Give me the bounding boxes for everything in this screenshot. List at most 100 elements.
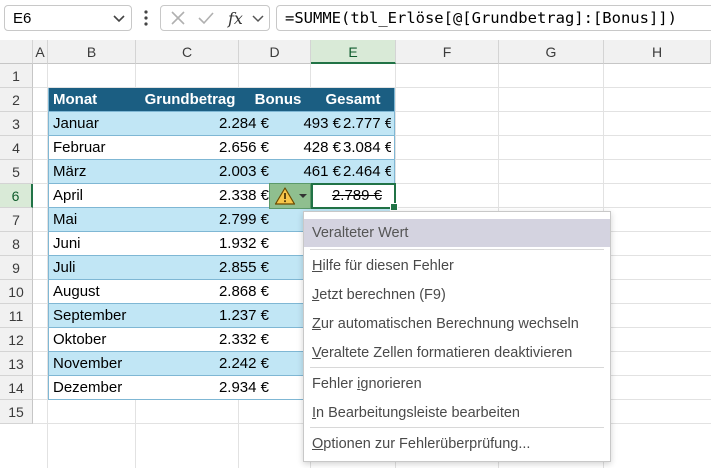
cell-gesamt[interactable]: 2.777 € bbox=[343, 112, 391, 136]
dropdown-arrow-icon bbox=[299, 194, 307, 198]
row-header-4[interactable]: 4 bbox=[0, 136, 33, 160]
more-options-icon[interactable] bbox=[143, 9, 149, 27]
cell-grundbetrag[interactable]: 2.242 € bbox=[141, 352, 269, 376]
cell-monat[interactable]: Juni bbox=[53, 232, 139, 256]
name-box-value: E6 bbox=[13, 10, 32, 27]
formula-input[interactable]: =SUMME(tbl_Erlöse[@[Grundbetrag]:[Bonus]… bbox=[276, 5, 711, 31]
table-row: Januar 2.284 € 493 € 2.777 € bbox=[48, 112, 395, 136]
cell-monat[interactable]: Februar bbox=[53, 136, 139, 160]
menu-accelerator: H bbox=[312, 258, 323, 274]
column-header-a[interactable]: A bbox=[33, 40, 48, 64]
menu-item-ignore-error[interactable]: Fehler ignorieren bbox=[304, 370, 610, 398]
menu-item-error-options[interactable]: Optionen zur Fehlerüberprüfung... bbox=[304, 430, 610, 458]
menu-text: ilfe für diesen Fehler bbox=[322, 258, 454, 274]
menu-item-edit-in-formula-bar[interactable]: In Bearbeitungsleiste bearbeiten bbox=[304, 399, 610, 427]
cell-grundbetrag[interactable]: 2.799 € bbox=[141, 208, 269, 232]
column-header-f[interactable]: F bbox=[396, 40, 499, 64]
cell-bonus[interactable]: 461 € bbox=[271, 160, 341, 184]
table-row: Februar 2.656 € 428 € 3.084 € bbox=[48, 136, 395, 160]
row-header-15[interactable]: 15 bbox=[0, 400, 33, 424]
row-header-8[interactable]: 8 bbox=[0, 232, 33, 256]
menu-accelerator: V bbox=[312, 345, 321, 361]
row-header-3[interactable]: 3 bbox=[0, 112, 33, 136]
row-header-11[interactable]: 11 bbox=[0, 304, 33, 328]
cell-monat[interactable]: November bbox=[53, 352, 139, 376]
cell-grundbetrag[interactable]: 2.338 € bbox=[141, 184, 269, 208]
cell-grundbetrag[interactable]: 2.284 € bbox=[141, 112, 269, 136]
cell-bonus[interactable]: 428 € bbox=[271, 136, 341, 160]
menu-text: ptionen zur Fehlerüberprüfung... bbox=[323, 436, 531, 452]
row-header-9[interactable]: 9 bbox=[0, 256, 33, 280]
cell-grundbetrag[interactable]: 2.332 € bbox=[141, 328, 269, 352]
cell-grundbetrag[interactable]: 1.237 € bbox=[141, 304, 269, 328]
select-all-corner[interactable] bbox=[0, 40, 33, 64]
cell-monat[interactable]: August bbox=[53, 280, 139, 304]
column-header-b[interactable]: B bbox=[48, 40, 136, 64]
error-context-menu: Veralteter Wert Hilfe für diesen Fehler … bbox=[303, 211, 611, 462]
fill-handle[interactable] bbox=[390, 203, 398, 211]
cell-monat[interactable]: April bbox=[53, 184, 139, 208]
cell-monat[interactable]: Juli bbox=[53, 256, 139, 280]
cell-grundbetrag[interactable]: 2.656 € bbox=[141, 136, 269, 160]
cell-grundbetrag[interactable]: 1.932 € bbox=[141, 232, 269, 256]
cell-grundbetrag[interactable]: 2.934 € bbox=[141, 376, 269, 400]
table-row: März 2.003 € 461 € 2.464 € bbox=[48, 160, 395, 184]
cell-monat[interactable]: Dezember bbox=[53, 376, 139, 400]
menu-text: etzt berechnen (F9) bbox=[319, 287, 446, 303]
column-header-h[interactable]: H bbox=[604, 40, 711, 64]
cell-grundbetrag[interactable]: 2.868 € bbox=[141, 280, 269, 304]
menu-separator bbox=[310, 427, 604, 428]
menu-header-stale-value: Veralteter Wert bbox=[304, 219, 610, 247]
row-header-7[interactable]: 7 bbox=[0, 208, 33, 232]
cell-gesamt[interactable]: 2.464 € bbox=[343, 160, 391, 184]
chevron-down-icon[interactable] bbox=[251, 9, 265, 27]
row-header-12[interactable]: 12 bbox=[0, 328, 33, 352]
row-header-1[interactable]: 1 bbox=[0, 64, 33, 88]
column-header-g[interactable]: G bbox=[499, 40, 604, 64]
cell-monat[interactable]: Oktober bbox=[53, 328, 139, 352]
formula-controls: fx bbox=[160, 5, 270, 31]
cell-gesamt[interactable]: 3.084 € bbox=[343, 136, 391, 160]
error-options-button[interactable] bbox=[269, 183, 311, 209]
table-header-row: Monat Grundbetrag Bonus Gesamt bbox=[48, 88, 395, 112]
cell-grundbetrag[interactable]: 2.855 € bbox=[141, 256, 269, 280]
row-header-13[interactable]: 13 bbox=[0, 352, 33, 376]
cell-monat[interactable]: Mai bbox=[53, 208, 139, 232]
cancel-icon[interactable] bbox=[169, 9, 187, 27]
selected-cell-e6[interactable]: 2.789 € bbox=[311, 183, 398, 211]
name-box[interactable]: E6 bbox=[4, 5, 132, 31]
row-header-5[interactable]: 5 bbox=[0, 160, 33, 184]
menu-item-recalculate[interactable]: Jetzt berechnen (F9) bbox=[304, 281, 610, 309]
menu-separator bbox=[310, 249, 604, 250]
menu-text: n Bearbeitungsleiste bearbeiten bbox=[316, 405, 520, 421]
formula-text: =SUMME(tbl_Erlöse[@[Grundbetrag]:[Bonus]… bbox=[285, 9, 677, 27]
cell-monat[interactable]: März bbox=[53, 160, 139, 184]
header-grundbetrag[interactable]: Grundbetrag bbox=[141, 88, 239, 112]
cell-monat[interactable]: September bbox=[53, 304, 139, 328]
column-header-c[interactable]: C bbox=[136, 40, 239, 64]
menu-text: eraltete Zellen formatieren deaktivieren bbox=[320, 345, 573, 361]
insert-function-icon[interactable]: fx bbox=[227, 9, 249, 29]
enter-icon[interactable] bbox=[197, 9, 215, 27]
cell-bonus[interactable]: 493 € bbox=[271, 112, 341, 136]
formula-bar: E6 fx =SUMME(tbl_Erlöse[@[Grundbetrag]:[… bbox=[0, 0, 711, 38]
header-monat[interactable]: Monat bbox=[53, 88, 139, 112]
stale-value: 2.789 € bbox=[331, 187, 382, 204]
row-header-2[interactable]: 2 bbox=[0, 88, 33, 112]
warning-icon bbox=[274, 187, 296, 205]
row-header-14[interactable]: 14 bbox=[0, 376, 33, 400]
cell-monat[interactable]: Januar bbox=[53, 112, 139, 136]
column-header-e[interactable]: E bbox=[311, 40, 396, 64]
menu-item-disable-format[interactable]: Veraltete Zellen formatieren deaktiviere… bbox=[304, 339, 610, 367]
column-header-d[interactable]: D bbox=[239, 40, 311, 64]
chevron-down-icon[interactable] bbox=[111, 8, 127, 28]
cell-grundbetrag[interactable]: 2.003 € bbox=[141, 160, 269, 184]
row-header-10[interactable]: 10 bbox=[0, 280, 33, 304]
menu-item-auto-calc[interactable]: Zur automatischen Berechnung wechseln bbox=[304, 310, 610, 338]
menu-text: gnorieren bbox=[360, 376, 422, 392]
row-header-6[interactable]: 6 bbox=[0, 184, 33, 208]
menu-accelerator: O bbox=[312, 436, 324, 452]
header-gesamt[interactable]: Gesamt bbox=[313, 88, 393, 112]
header-bonus[interactable]: Bonus bbox=[245, 88, 311, 112]
menu-item-help[interactable]: Hilfe für diesen Fehler bbox=[304, 252, 610, 280]
